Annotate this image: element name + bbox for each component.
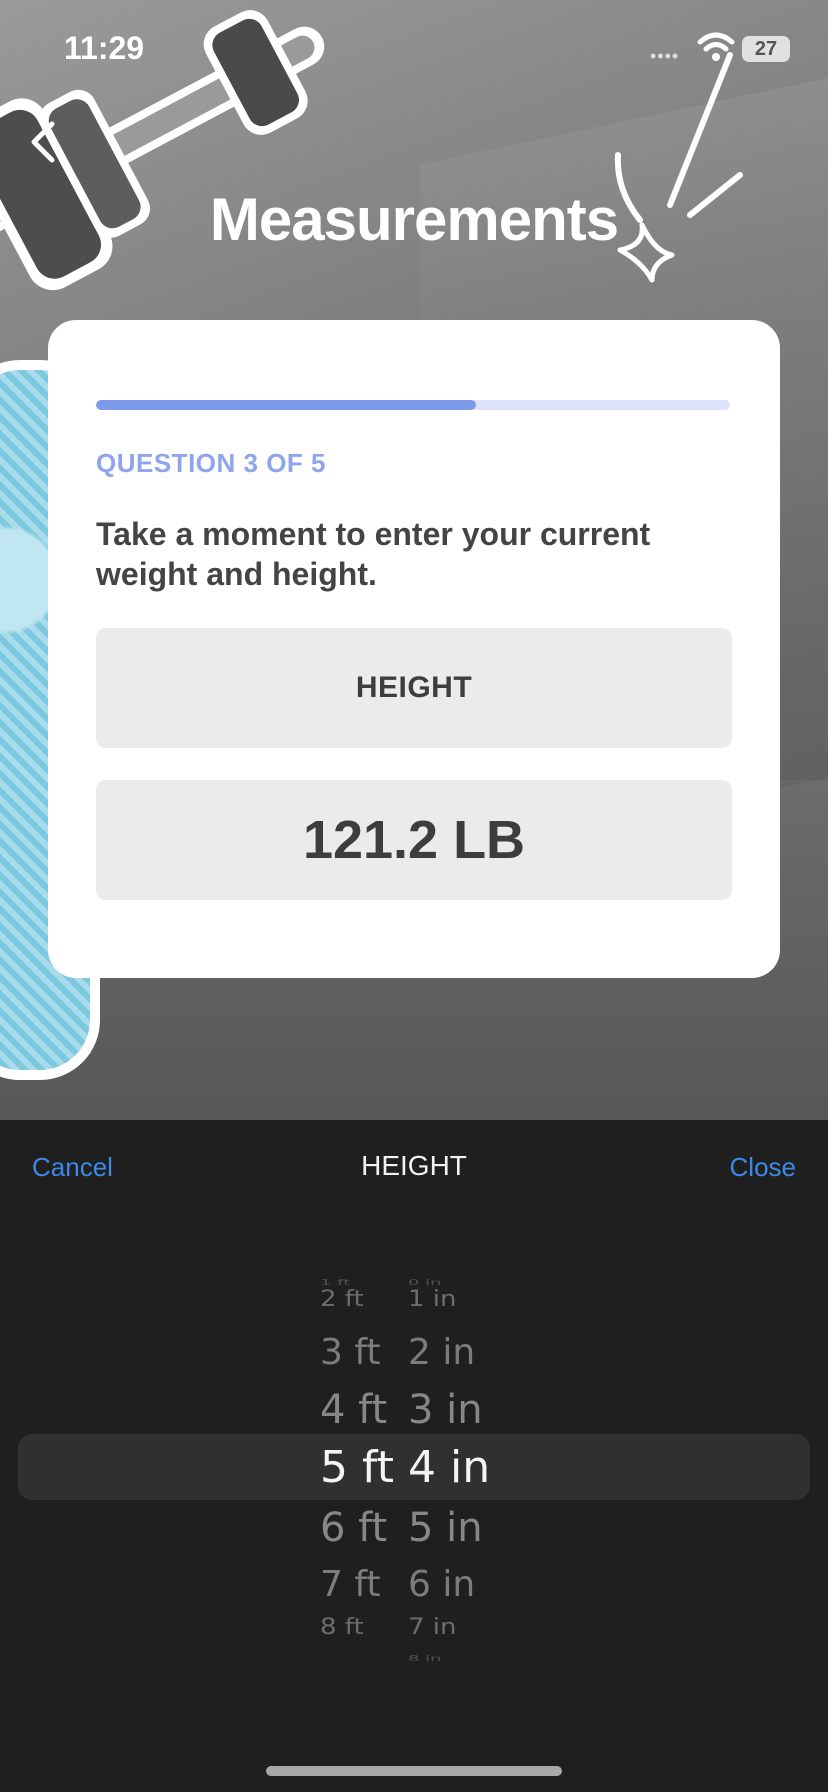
progress-bar: [96, 400, 730, 410]
sparkle-doodle-icon: [614, 52, 743, 283]
weight-field[interactable]: 121.2 LB: [96, 780, 732, 900]
chevron-left-icon: [31, 121, 55, 163]
question-prompt: Take a moment to enter your current weig…: [96, 516, 651, 592]
status-time: 11:29: [64, 30, 145, 66]
inches-option[interactable]: 8 in: [408, 1654, 442, 1663]
feet-picker-column[interactable]: 1 ft 2 ft 3 ft 4 ft 5 ft 6 ft 7 ft 8 ft: [320, 1120, 400, 1792]
feet-option-selected[interactable]: 5 ft: [320, 1442, 394, 1493]
inches-option[interactable]: 6 in: [408, 1564, 475, 1605]
inches-option[interactable]: 7 in: [408, 1614, 457, 1640]
feet-option[interactable]: 2 ft: [320, 1286, 364, 1312]
feet-option[interactable]: 8 ft: [320, 1614, 364, 1640]
feet-option[interactable]: 6 ft: [320, 1505, 387, 1551]
inches-picker-column[interactable]: 0 in 1 in 2 in 3 in 4 in 5 in 6 in 7 in 8 in: [408, 1120, 508, 1792]
inches-option[interactable]: 5 in: [408, 1505, 483, 1551]
progress-fill: [96, 400, 477, 410]
inches-option[interactable]: 3 in: [408, 1387, 483, 1433]
feet-option[interactable]: 4 ft: [320, 1387, 387, 1433]
inches-option-selected[interactable]: 4 in: [408, 1442, 490, 1493]
inches-option[interactable]: 2 in: [408, 1332, 475, 1373]
height-picker-sheet: Cancel HEIGHT Close 1 ft 2 ft 3 ft 4 ft 5 ft…: [0, 1120, 828, 1792]
inches-option[interactable]: 1 in: [408, 1286, 457, 1312]
height-field[interactable]: HEIGHT: [96, 628, 732, 748]
feet-option[interactable]: 3 ft: [320, 1332, 381, 1373]
home-indicator[interactable]: [266, 1766, 562, 1776]
feet-option[interactable]: 7 ft: [320, 1564, 381, 1605]
back-button[interactable]: [24, 118, 64, 166]
close-button[interactable]: Close: [730, 1152, 796, 1183]
question-card: QUESTION 3 OF 5 Take a moment to enter y…: [48, 320, 780, 978]
question-count: QUESTION 3 OF 5: [96, 448, 326, 478]
